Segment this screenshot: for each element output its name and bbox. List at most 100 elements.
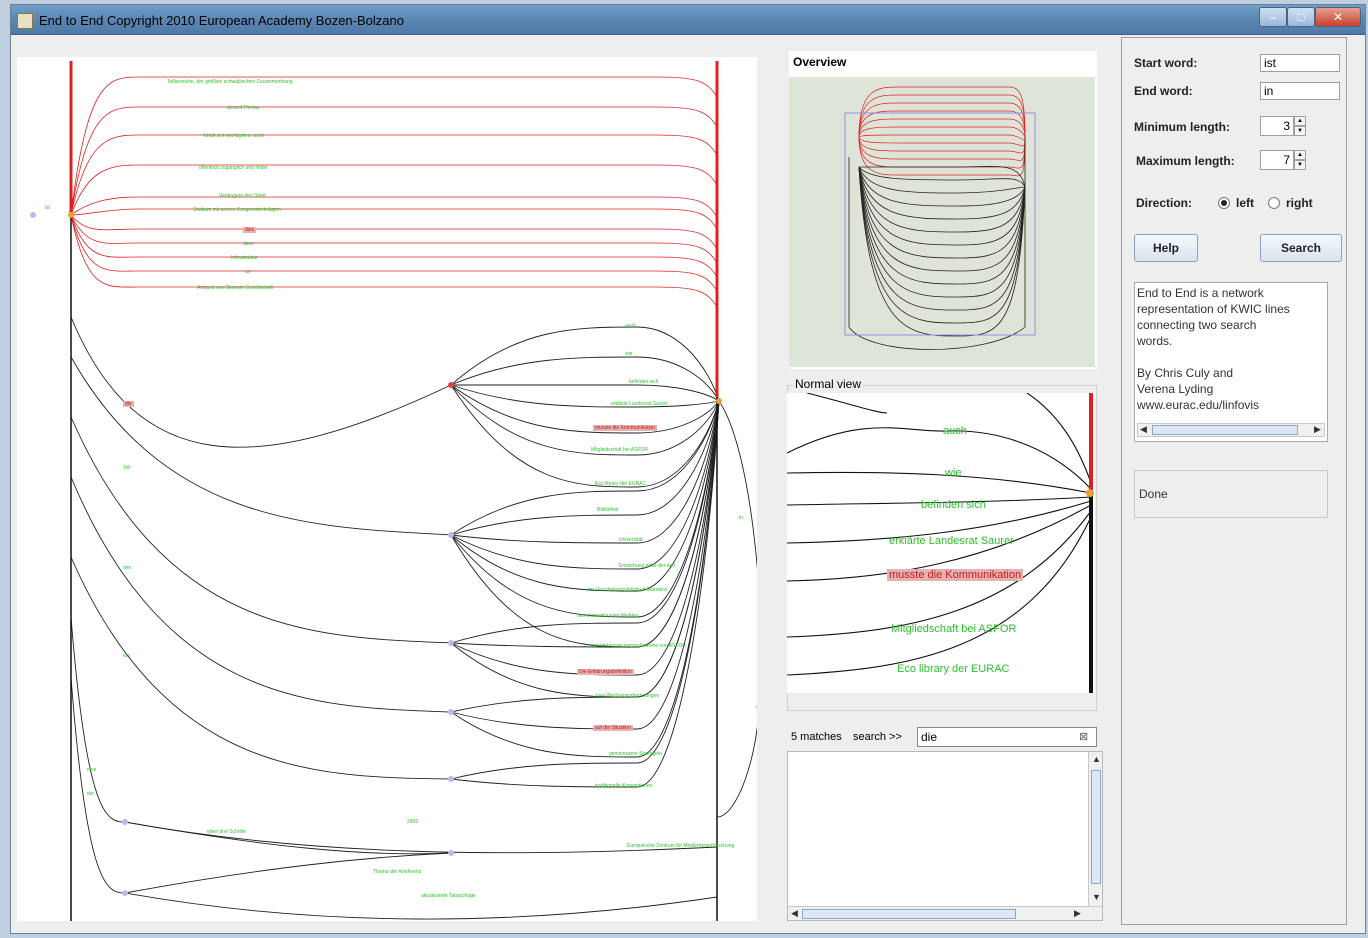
title-bar: End to End Copyright 2010 European Acade… bbox=[11, 5, 1365, 35]
graph-node-label[interactable]: Mitgliedschaft bei ASFOR bbox=[591, 447, 648, 453]
end-word-input[interactable] bbox=[1260, 82, 1340, 100]
graph-node-label[interactable]: dies bbox=[243, 227, 257, 233]
normal-view-label-item[interactable]: musste die Kommunikation bbox=[887, 569, 1024, 581]
graph-node-label[interactable]: derzeit Thema bbox=[227, 105, 259, 111]
direction-left-radio[interactable] bbox=[1218, 197, 1230, 209]
normal-view-label-item[interactable]: Eco library der EURAC bbox=[897, 663, 1009, 675]
graph-node-label[interactable]: Eco library der EURAC bbox=[595, 481, 646, 487]
scroll-up-icon[interactable]: ▲ bbox=[1092, 754, 1101, 764]
direction-right-radio[interactable] bbox=[1268, 197, 1280, 209]
search-input[interactable] bbox=[917, 727, 1097, 747]
start-word-label: Start word: bbox=[1134, 56, 1198, 70]
graph-node-label[interactable]: auch bbox=[625, 323, 636, 329]
graph-node-label[interactable]: Infrastruktur bbox=[231, 255, 258, 261]
max-length-label: Maximum length: bbox=[1136, 154, 1235, 168]
start-word-input[interactable] bbox=[1260, 54, 1340, 72]
minimize-button[interactable]: – bbox=[1259, 7, 1287, 27]
clear-search-icon[interactable]: ⊠ bbox=[1079, 730, 1088, 743]
scroll-right-icon[interactable]: ▶ bbox=[1314, 424, 1321, 435]
direction-label: Direction: bbox=[1136, 196, 1193, 210]
graph-node-label[interactable]: auf die Situation bbox=[593, 725, 633, 731]
graph-node-label[interactable]: Thema der Konferenz bbox=[373, 869, 421, 875]
graph-node-label[interactable]: ein bbox=[123, 653, 130, 659]
normal-view-label-item[interactable]: erklärte Landesrat Saurer bbox=[889, 535, 1014, 547]
graph-node-label[interactable]: der bbox=[87, 791, 94, 797]
normal-view-label-item[interactable]: auch bbox=[943, 425, 967, 437]
graph-node-label[interactable]: einer Verbesserungsmaßnahme von ASFOR bbox=[587, 643, 686, 649]
graph-node-label[interactable]: öffentlich zugänglich und findet bbox=[199, 165, 268, 171]
java-app-icon bbox=[17, 13, 33, 29]
graph-node-label[interactable]: Teil bbox=[123, 465, 131, 471]
results-list[interactable]: ▲ ▼ ◀ ▶ bbox=[787, 751, 1103, 921]
graph-node-label[interactable]: wie bbox=[625, 351, 633, 357]
normal-view-label: Normal view bbox=[793, 377, 864, 391]
control-panel: Start word: End word: Minimum length: 3 … bbox=[1121, 37, 1347, 925]
close-button[interactable]: ✕ bbox=[1315, 7, 1361, 27]
graph-node-label[interactable]: dann bbox=[243, 241, 254, 247]
normal-view-label-item[interactable]: befinden sich bbox=[921, 499, 986, 511]
scroll-left-icon[interactable]: ◀ bbox=[1140, 424, 1147, 435]
overview-viewport[interactable] bbox=[844, 112, 1036, 336]
graph-node-label[interactable]: Inhalt seit wichtigsten, auch bbox=[203, 133, 264, 139]
graph-node-label[interactable]: zwei Wachstumsforderungen bbox=[595, 693, 659, 699]
graph-node-label[interactable]: Die Erklärungsdefinition bbox=[577, 669, 634, 675]
graph-node-label[interactable]: Teilbereiche, der größten schwäbischen Z… bbox=[167, 79, 293, 85]
graph-node-label[interactable]: Bibliothek bbox=[597, 507, 619, 513]
scroll-right-icon[interactable]: ▶ bbox=[1074, 908, 1081, 919]
graph-node-label[interactable]: Studium mit seinen Kongressbeteiligten bbox=[193, 207, 281, 213]
graph-node-label[interactable]: Universität bbox=[619, 537, 643, 543]
graph-node-label[interactable]: erklärte Landesrat Saurer bbox=[611, 401, 668, 407]
overview-label: Overview bbox=[793, 55, 847, 69]
spin-up-icon[interactable]: ▲ bbox=[1294, 116, 1306, 126]
status-text: Done bbox=[1139, 487, 1168, 501]
overview-canvas[interactable] bbox=[789, 77, 1095, 367]
spin-down-icon[interactable]: ▼ bbox=[1294, 160, 1306, 170]
results-horizontal-scrollbar[interactable]: ◀ ▶ bbox=[788, 906, 1102, 920]
scroll-down-icon[interactable]: ▼ bbox=[1092, 892, 1101, 902]
normal-view-label-item[interactable]: wie bbox=[945, 467, 962, 479]
direction-right-label[interactable]: right bbox=[1286, 196, 1313, 210]
graph-node-label[interactable]: des internationalen Marktes bbox=[577, 613, 638, 619]
direction-left-label[interactable]: left bbox=[1236, 196, 1254, 210]
search-button[interactable]: Search bbox=[1260, 234, 1342, 262]
help-button[interactable]: Help bbox=[1134, 234, 1198, 262]
graph-node-label[interactable]: eine bbox=[87, 767, 96, 773]
graph-node-label[interactable]: Verlängern des Streit bbox=[219, 193, 266, 199]
overview-minimap bbox=[844, 86, 1036, 350]
info-text: End to End is a network representation o… bbox=[1137, 286, 1290, 412]
graph-node-label[interactable]: 2005 bbox=[407, 819, 418, 825]
graph-end-label: in bbox=[739, 515, 743, 521]
maximize-button[interactable]: □ bbox=[1287, 7, 1315, 27]
info-horizontal-scrollbar[interactable]: ◀ ▶ bbox=[1137, 423, 1325, 437]
graph-node-label[interactable]: aktualisierte Tatsachlage bbox=[421, 893, 476, 899]
min-length-label: Minimum length: bbox=[1134, 120, 1230, 134]
spin-down-icon[interactable]: ▼ bbox=[1294, 126, 1306, 136]
graph-node-label[interactable]: traditionelle Konventionen bbox=[595, 783, 653, 789]
graph-node-label[interactable]: der Verarbeitungsfähigkeit Standard bbox=[587, 587, 667, 593]
spin-up-icon[interactable]: ▲ bbox=[1294, 150, 1306, 160]
graph-node-label[interactable]: musste die Kommunikation bbox=[593, 425, 658, 431]
graph-node-label[interactable]: Europäische Zentrum für Minderheitenfors… bbox=[627, 843, 734, 849]
graph-node-label[interactable]: den bbox=[123, 565, 131, 571]
scroll-left-icon[interactable]: ◀ bbox=[791, 908, 798, 919]
graph-node-label[interactable]: gemeinsame Strategien bbox=[609, 751, 662, 757]
graph-node-label[interactable]: eben drei Schritte bbox=[207, 829, 246, 835]
graph-start-label: ist bbox=[45, 205, 50, 211]
normal-view-panel: Normal view auch wie befinden sich erklä… bbox=[783, 377, 1101, 713]
search-row: 5 matches search >> ⊠ bbox=[789, 727, 1099, 749]
search-label: search >> bbox=[853, 731, 902, 743]
normal-view-canvas[interactable]: auch wie befinden sich erklärte Landesrat S… bbox=[787, 393, 1095, 693]
graph-node-label[interactable]: befinden sich bbox=[629, 379, 658, 385]
normal-view-label-item[interactable]: Mitgliedschaft bei ASFOR bbox=[891, 623, 1016, 635]
graph-node-label[interactable]: Anhand von Ökonom Gesellschaft bbox=[197, 285, 273, 291]
graph-node-label[interactable]: Entstehung einer der drei bbox=[619, 563, 675, 569]
results-vertical-scrollbar[interactable]: ▲ ▼ bbox=[1088, 752, 1102, 906]
network-graph-view[interactable]: ist in Teilbereiche, der größten schwäbi… bbox=[17, 57, 757, 921]
end-word-label: End word: bbox=[1134, 84, 1193, 98]
graph-node-label[interactable]: an bbox=[245, 269, 251, 275]
info-text-area[interactable]: End to End is a network representation o… bbox=[1134, 282, 1328, 442]
application-window: End to End Copyright 2010 European Acade… bbox=[10, 4, 1366, 934]
graph-edges bbox=[30, 61, 757, 921]
graph-node-label[interactable]: die bbox=[123, 401, 134, 407]
overview-panel: Overview bbox=[789, 51, 1097, 369]
